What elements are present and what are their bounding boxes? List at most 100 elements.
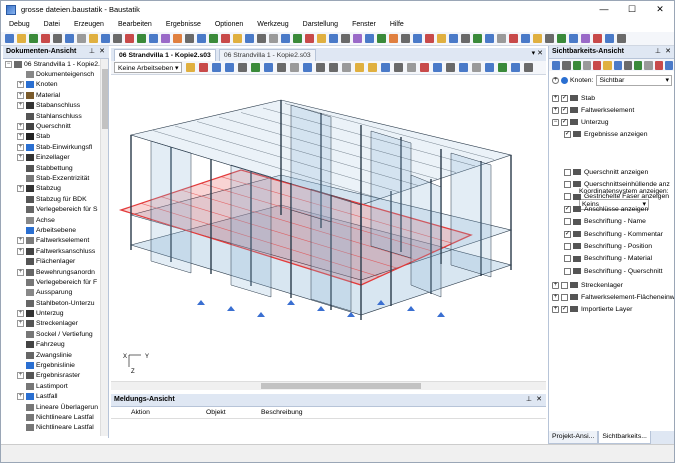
expand-icon[interactable]: + [552,305,559,313]
toolbar-button-icon[interactable] [413,34,422,43]
tree-item[interactable]: Verlegebereich für S [3,204,101,214]
menu-werkzeug[interactable]: Werkzeug [249,18,294,32]
toolbar-button-icon[interactable] [161,34,170,43]
expand-icon[interactable]: + [17,310,24,318]
visibility-checkbox[interactable]: ✓ [564,205,571,213]
view-tool-icon[interactable] [355,63,365,72]
expand-icon[interactable]: + [17,81,24,89]
visibility-item[interactable]: Beschriftung - Name [564,216,646,228]
toolbar-button-icon[interactable] [341,34,350,43]
toolbar-button-icon[interactable] [149,34,158,43]
menu-optionen[interactable]: Optionen [207,18,249,32]
visibility-item[interactable]: + Streckenlager [552,279,623,291]
column-objekt[interactable]: Objekt [186,407,241,418]
toolbar-button-icon[interactable] [437,34,446,43]
tab-document-2[interactable]: 06 Strandvilla 1 - Kopie2.s03 [218,49,316,61]
tree-item[interactable]: + Faltwerkselement [3,236,101,246]
visibility-item[interactable]: Querschnittseinhüllende anz [564,178,670,190]
menu-ergebnisse[interactable]: Ergebnisse [158,18,207,32]
column-beschreibung[interactable]: Beschreibung [241,407,303,418]
toolbar-button-icon[interactable] [353,34,362,43]
maximize-button[interactable]: ☐ [618,1,646,18]
toolbar-button-icon[interactable] [209,34,218,43]
view-tool-icon[interactable] [186,63,196,72]
expand-icon[interactable]: + [17,268,24,276]
visibility-item[interactable]: Beschriftung - Position [564,240,652,252]
tab-projekt-ansicht[interactable]: Projekt-Ansi... [548,431,599,444]
visibility-tool-icon[interactable] [552,60,561,70]
visibility-checkbox[interactable]: ✓ [561,118,568,126]
toolbar-button-icon[interactable] [89,34,98,43]
tree-item[interactable]: Nichtlineare Lastfal [3,412,101,422]
toolbar-button-icon[interactable] [185,34,194,43]
tree-item[interactable]: Sockel / Vertiefung [3,329,101,339]
toolbar-button-icon[interactable] [269,34,278,43]
toolbar-button-icon[interactable] [473,34,482,43]
toolbar-button-icon[interactable] [233,34,242,43]
toolbar-button-icon[interactable] [125,34,134,43]
visibility-item[interactable]: + ✓ Stab [552,92,595,104]
expand-icon[interactable]: + [17,154,24,162]
visibility-checkbox[interactable] [564,168,571,176]
view-tool-icon[interactable] [342,63,352,72]
visibility-tool-icon[interactable] [593,60,602,70]
tree-item[interactable]: + Bewehrungsanordn [3,267,101,277]
view-tool-icon[interactable] [238,63,248,72]
visibility-checkbox[interactable]: ✓ [561,94,568,102]
tree-item[interactable]: Lineare Überlagerun [3,402,101,412]
visibility-item[interactable]: + ✓ Faltwerkselement [552,104,634,116]
tree-item[interactable]: + Querschnitt [3,121,101,131]
visibility-checkbox[interactable] [564,242,571,250]
tree-item[interactable]: Ergebnislinie [3,360,101,370]
visibility-item[interactable]: + ✓ Importierte Layer [552,303,632,315]
toolbar-button-icon[interactable] [65,34,74,43]
toolbar-button-icon[interactable] [53,34,62,43]
view-tool-icon[interactable] [199,63,209,72]
visibility-checkbox[interactable] [564,193,571,201]
tree-item[interactable]: + Stabanschluss [3,101,101,111]
toolbar-button-icon[interactable] [401,34,410,43]
tab-controls[interactable]: ▾ ✕ [532,49,543,57]
view-tool-icon[interactable] [407,63,417,72]
tree-item[interactable]: + Stabzug [3,184,101,194]
visibility-item[interactable]: ✓ Ergebnisse anzeigen [564,128,647,140]
document-tree-scrollbar[interactable] [100,59,108,436]
tree-item[interactable]: + Ergebnisraster [3,371,101,381]
view-tool-icon[interactable] [251,63,261,72]
toolbar-button-icon[interactable] [137,34,146,43]
view-tool-icon[interactable] [225,63,235,72]
expand-icon[interactable]: + [552,106,559,114]
visibility-tool-icon[interactable] [664,60,673,70]
viewport-hscrollbar[interactable] [111,381,546,390]
expand-icon[interactable]: + [17,247,24,255]
toolbar-button-icon[interactable] [101,34,110,43]
visibility-item[interactable]: ✓ Beschriftung - Kommentar [564,228,663,240]
tree-item[interactable]: Arbeitsebene [3,225,101,235]
toolbar-button-icon[interactable] [77,34,86,43]
visibility-tool-icon[interactable] [644,60,653,70]
expand-icon[interactable]: + [552,76,559,84]
expand-icon[interactable]: + [17,133,24,141]
menu-darstellung[interactable]: Darstellung [295,18,344,32]
visibility-item[interactable]: − ✓ Unterzug [552,116,609,128]
workspace-dropdown[interactable]: Keine Arbeitseben ▾ [114,62,183,73]
close-icon[interactable]: ✕ [99,46,105,58]
visibility-item[interactable]: ✓ Anschlüsse anzeigen [564,203,648,215]
visibility-checkbox[interactable] [561,293,568,301]
toolbar-button-icon[interactable] [113,34,122,43]
tree-item[interactable]: Zwangslinie [3,350,101,360]
toolbar-button-icon[interactable] [17,34,26,43]
tree-item[interactable]: + Faltwerksanschluss [3,246,101,256]
tree-item[interactable]: + Unterzug [3,308,101,318]
tree-item[interactable]: Aussparung [3,288,101,298]
view-tool-icon[interactable] [368,63,378,72]
pin-icon[interactable]: ⊥ [89,46,95,58]
view-tool-icon[interactable] [433,63,443,72]
view-tool-icon[interactable] [485,63,495,72]
view-tool-icon[interactable] [264,63,274,72]
visibility-tool-icon[interactable] [572,60,581,70]
visibility-checkbox[interactable]: ✓ [561,106,568,114]
view-tool-icon[interactable] [459,63,469,72]
toolbar-button-icon[interactable] [293,34,302,43]
minimize-button[interactable]: — [590,1,618,18]
